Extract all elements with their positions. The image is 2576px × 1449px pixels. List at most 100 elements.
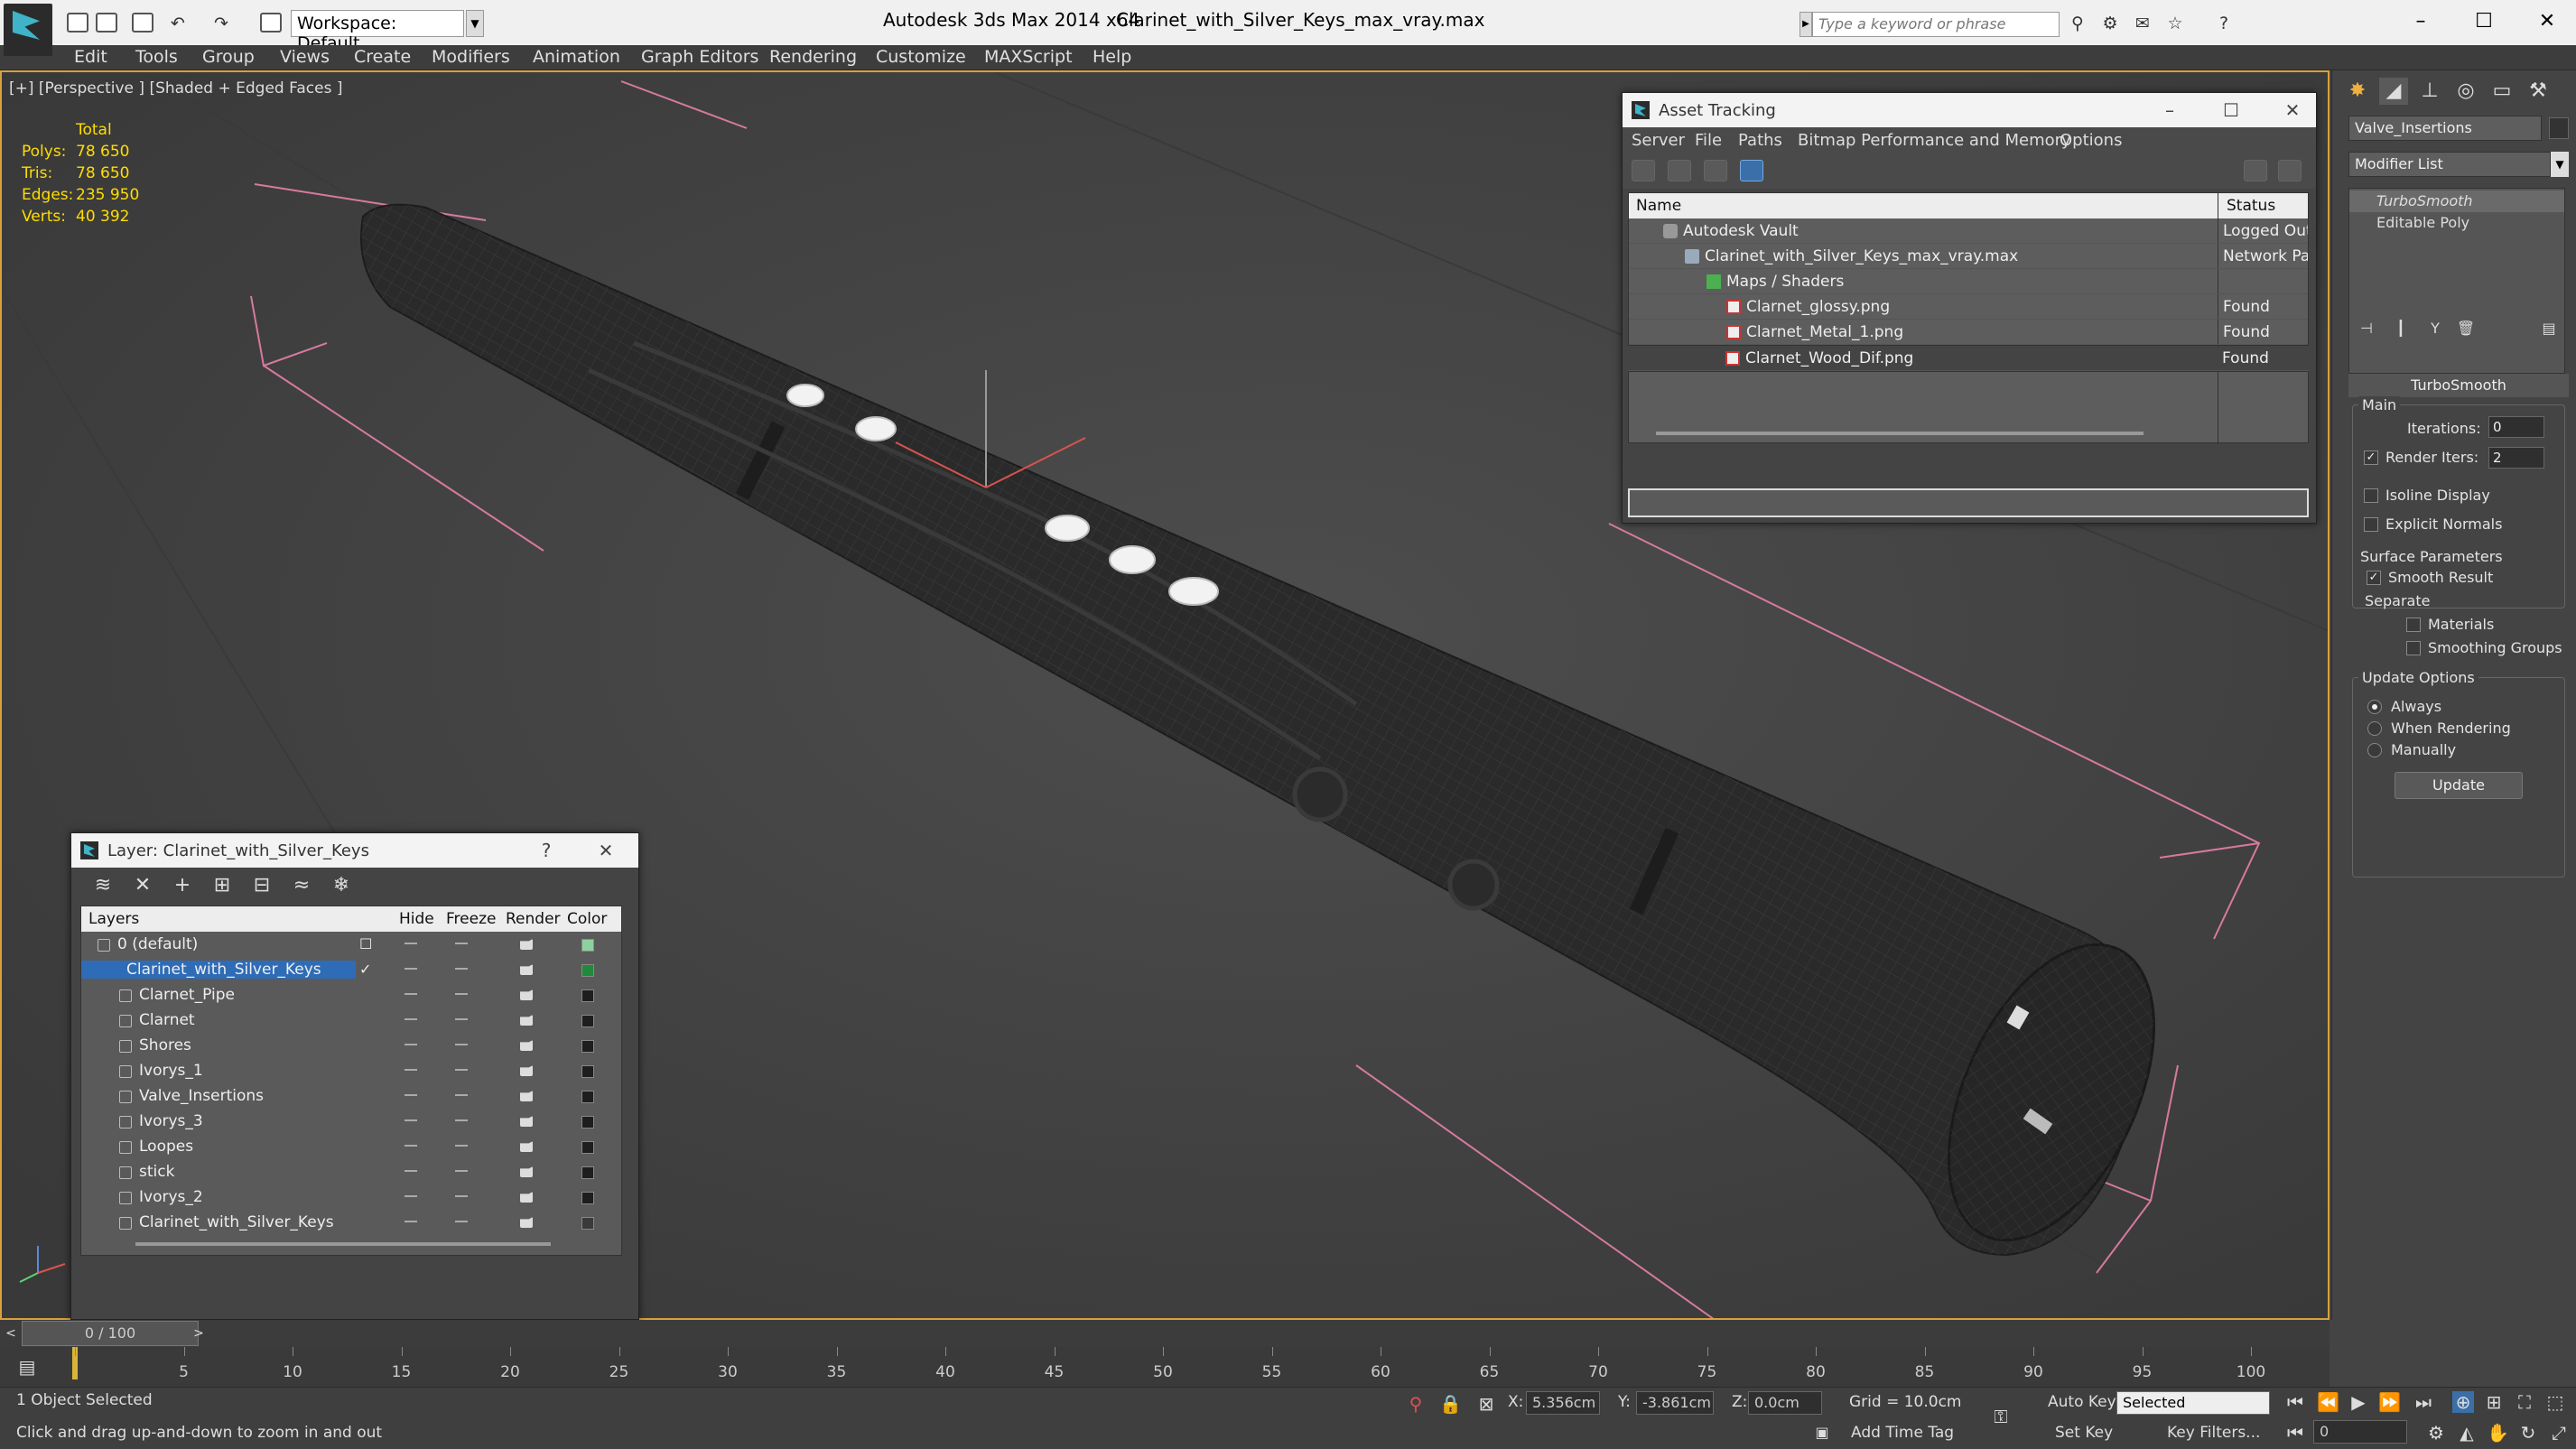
layer-name[interactable]: Shores bbox=[139, 1036, 191, 1054]
menu-help[interactable]: Help bbox=[1093, 47, 1131, 67]
motion-tab-icon[interactable]: ◎ bbox=[2451, 78, 2480, 105]
column-hide[interactable]: Hide bbox=[399, 910, 434, 928]
remove-modifier-icon[interactable]: 🗑 bbox=[2455, 318, 2477, 339]
render-teapot-icon[interactable] bbox=[520, 989, 533, 1000]
settings-icon[interactable] bbox=[2278, 160, 2302, 181]
layer-color-swatch[interactable] bbox=[581, 939, 594, 952]
auto-key-button[interactable]: Auto Key bbox=[2048, 1393, 2116, 1411]
column-layers[interactable]: Layers bbox=[88, 910, 139, 928]
asset-tracking-titlebar[interactable]: Asset Tracking – ☐ ✕ bbox=[1623, 93, 2316, 127]
select-in-layer-icon[interactable]: ⊞ bbox=[210, 875, 234, 896]
layer-name[interactable]: Ivorys_1 bbox=[139, 1062, 203, 1080]
orbit-icon[interactable]: ↻ bbox=[2517, 1422, 2539, 1444]
render-teapot-icon[interactable] bbox=[520, 1217, 533, 1228]
hide-toggle[interactable] bbox=[405, 1195, 417, 1197]
current-frame-field[interactable]: 0 bbox=[2313, 1420, 2407, 1444]
zoom-extents-all-icon[interactable]: ⬚ bbox=[2544, 1391, 2566, 1413]
time-slider-knob[interactable]: 0 / 100 bbox=[22, 1321, 199, 1346]
trackbar[interactable]: ▤ 5 10 15 20 25 30 35 40 45 50 55 60 65 70 75 80 85 90 95 1… bbox=[0, 1347, 2330, 1387]
layer-color-swatch[interactable] bbox=[581, 1166, 594, 1179]
freeze-toggle[interactable] bbox=[455, 1195, 468, 1197]
maximize-icon[interactable]: ☐ bbox=[2461, 7, 2506, 36]
column-freeze[interactable]: Freeze bbox=[446, 910, 496, 928]
show-end-result-icon[interactable]: ┃ bbox=[2390, 318, 2412, 339]
object-name-field[interactable]: Valve_Insertions bbox=[2348, 116, 2542, 141]
layer-color-swatch[interactable] bbox=[581, 1091, 594, 1103]
at-menu-paths[interactable]: Paths bbox=[1738, 131, 1782, 150]
goto-end-icon[interactable]: ⏭ bbox=[2413, 1391, 2434, 1413]
hide-toggle[interactable] bbox=[405, 1119, 417, 1121]
horizontal-scrollbar[interactable] bbox=[1656, 432, 2144, 435]
x-coordinate-field[interactable]: 5.356cm bbox=[1526, 1391, 1600, 1415]
menu-create[interactable]: Create bbox=[354, 47, 411, 67]
z-coordinate-field[interactable]: 0.0cm bbox=[1748, 1391, 1822, 1415]
layer-name[interactable]: Ivorys_3 bbox=[139, 1112, 203, 1130]
freeze-toggle[interactable] bbox=[455, 1094, 468, 1096]
layer-color-swatch[interactable] bbox=[581, 1116, 594, 1129]
hierarchy-tab-icon[interactable]: ⊥ bbox=[2415, 78, 2444, 105]
always-radio[interactable] bbox=[2367, 700, 2382, 714]
table-row[interactable]: Clarinet_with_Silver_Keys_max_vray.max N… bbox=[1629, 244, 2308, 269]
help-icon[interactable]: ? bbox=[530, 839, 563, 862]
layer-name[interactable]: Clarnet_Pipe bbox=[139, 986, 235, 1004]
add-time-tag[interactable]: Add Time Tag bbox=[1851, 1424, 1954, 1442]
hide-toggle[interactable] bbox=[405, 943, 417, 944]
modifier-list-dropdown[interactable]: Modifier List bbox=[2348, 152, 2551, 177]
pin-stack-icon[interactable]: ⊣ bbox=[2356, 318, 2377, 339]
render-teapot-icon[interactable] bbox=[520, 939, 533, 950]
hide-toggle[interactable] bbox=[405, 1170, 417, 1172]
smoothing-groups-checkbox[interactable] bbox=[2406, 641, 2421, 655]
isoline-display-checkbox[interactable] bbox=[2364, 488, 2378, 503]
app-logo-icon[interactable] bbox=[4, 4, 52, 56]
column-status[interactable]: Status bbox=[2227, 197, 2275, 215]
time-slider[interactable]: < 0 / 100 > bbox=[0, 1320, 2330, 1347]
layer-name[interactable]: Ivorys_2 bbox=[139, 1188, 203, 1206]
update-button[interactable]: Update bbox=[2395, 772, 2523, 799]
at-menu-file[interactable]: File bbox=[1695, 131, 1722, 150]
layer-row[interactable]: Shores bbox=[81, 1033, 621, 1058]
hide-toggle[interactable] bbox=[405, 993, 417, 995]
menu-animation[interactable]: Animation bbox=[533, 47, 620, 67]
render-teapot-icon[interactable] bbox=[520, 1192, 533, 1203]
render-iters-checkbox[interactable]: ✓ bbox=[2364, 450, 2378, 465]
layer-color-swatch[interactable] bbox=[581, 1192, 594, 1204]
menu-tools[interactable]: Tools bbox=[135, 47, 178, 67]
materials-checkbox[interactable] bbox=[2406, 618, 2421, 632]
absolute-mode-icon[interactable]: ⊠ bbox=[1475, 1393, 1497, 1415]
freeze-toggle[interactable] bbox=[455, 1170, 468, 1172]
new-file-icon[interactable] bbox=[67, 13, 88, 33]
list-view-icon[interactable] bbox=[1668, 160, 1691, 181]
open-file-icon[interactable] bbox=[96, 13, 117, 33]
column-color[interactable]: Color bbox=[567, 910, 607, 928]
layer-color-swatch[interactable] bbox=[581, 1065, 594, 1078]
time-tag-icon[interactable]: ▣ bbox=[1811, 1422, 1833, 1444]
hide-toggle[interactable] bbox=[405, 1018, 417, 1020]
freeze-toggle[interactable] bbox=[455, 1044, 468, 1045]
freeze-toggle[interactable] bbox=[455, 943, 468, 944]
hide-toggle[interactable] bbox=[405, 1044, 417, 1045]
undo-icon[interactable]: ↶ bbox=[166, 13, 190, 34]
manually-radio[interactable] bbox=[2367, 743, 2382, 757]
current-layer-toggle[interactable]: ✓ bbox=[359, 961, 371, 978]
pan-view-icon[interactable]: ✋ bbox=[2487, 1422, 2509, 1444]
save-file-icon[interactable] bbox=[132, 13, 153, 33]
path-input[interactable] bbox=[1628, 488, 2309, 517]
table-row[interactable]: Clarnet_Wood_Dif.png Found bbox=[1628, 346, 2309, 371]
refresh-icon[interactable] bbox=[1632, 160, 1655, 181]
turbosmooth-rollout-header[interactable]: TurboSmooth bbox=[2348, 374, 2569, 397]
freeze-toggle[interactable] bbox=[455, 1221, 468, 1222]
workspace-arrow-icon[interactable]: ▼ bbox=[466, 10, 484, 37]
zoom-all-icon[interactable]: ⊞ bbox=[2483, 1391, 2505, 1413]
add-layer-icon[interactable]: + bbox=[171, 875, 194, 896]
search-expand-icon[interactable]: ▶ bbox=[1799, 12, 1812, 37]
menu-graph-editors[interactable]: Graph Editors bbox=[641, 47, 758, 67]
redo-icon[interactable]: ↷ bbox=[209, 13, 233, 34]
render-teapot-icon[interactable] bbox=[520, 1040, 533, 1051]
zoom-extents-icon[interactable]: ⛶ bbox=[2514, 1391, 2535, 1413]
selection-lock-icon[interactable]: 🔒 bbox=[1439, 1393, 1462, 1415]
at-menu-options[interactable]: Options bbox=[2060, 131, 2122, 150]
create-tab-icon[interactable]: ✸ bbox=[2343, 78, 2372, 105]
layer-row[interactable]: Clarnet bbox=[81, 1008, 621, 1033]
layer-name[interactable]: Clarinet_with_Silver_Keys bbox=[139, 1213, 334, 1231]
horizontal-scrollbar[interactable] bbox=[135, 1242, 551, 1246]
